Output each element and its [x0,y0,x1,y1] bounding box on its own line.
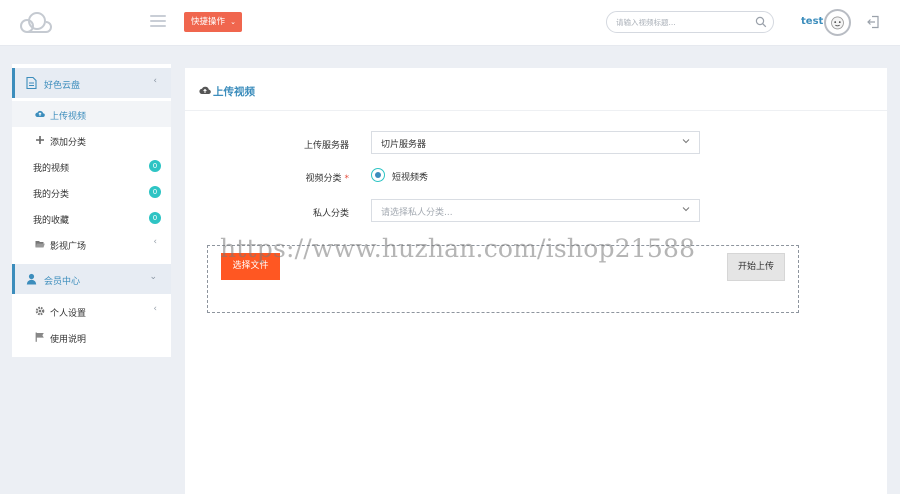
menu-toggle-icon[interactable] [150,15,166,29]
private-category-label: 私人分类 [189,206,349,219]
sidebar: 好色云盘 ‹ 上传视频 添加分类 我的视频 0 我的分类 0 我的收藏 0 影视… [12,64,171,357]
sidebar-group-member-label: 会员中心 [44,277,81,287]
logout-icon[interactable] [866,15,880,29]
chevron-down-icon [682,207,690,212]
page-title: 上传视频 [213,86,255,98]
sidebar-item-upload-video[interactable]: 上传视频 [12,101,171,127]
sidebar-group-cloud-label: 好色云盘 [44,81,81,91]
upload-panel: 上传视频 上传服务器 切片服务器 视频分类 * 短视频秀 私人分类 请选择私人分类… [185,68,887,494]
search-input[interactable] [616,15,751,29]
top-bar: 快捷操作 ⌄ test [0,0,900,46]
sidebar-item-my-favorites[interactable]: 我的收藏 0 [12,205,171,231]
file-icon [26,77,37,89]
plus-icon [36,136,44,144]
quick-action-label: 快捷操作 [191,17,226,27]
chevron-down-icon: ⌄ [230,18,236,26]
count-badge: 0 [149,186,161,198]
choose-file-button[interactable]: 选择文件 [221,253,280,280]
count-badge: 0 [149,160,161,172]
chevron-down-icon: ⌄ [149,272,157,282]
start-upload-button[interactable]: 开始上传 [727,253,785,281]
folder-open-icon [35,241,45,248]
avatar[interactable] [824,9,851,36]
category-radio-short-video[interactable] [371,168,385,182]
gear-icon [35,306,45,316]
flag-icon [35,332,44,342]
category-label: 视频分类 * [189,171,349,184]
sidebar-item-label: 我的视频 [33,164,70,174]
sidebar-group-member[interactable]: 会员中心 ⌄ [12,264,171,294]
sidebar-item-instructions[interactable]: 使用说明 [12,324,171,350]
private-category-placeholder: 请选择私人分类... [381,208,453,218]
sidebar-item-video-square[interactable]: 影视广场 ‹ [12,231,171,257]
sidebar-item-label: 我的分类 [33,190,70,200]
private-category-label-text: 私人分类 [312,209,349,219]
cloud-upload-icon [199,86,211,95]
cloud-upload-icon [35,110,45,118]
search-icon[interactable] [755,16,767,28]
sidebar-item-label: 个人设置 [50,309,87,319]
sidebar-item-label: 上传视频 [50,112,87,122]
sidebar-group-cloud[interactable]: 好色云盘 ‹ [12,68,171,98]
sidebar-item-label: 我的收藏 [33,216,70,226]
sidebar-item-my-videos[interactable]: 我的视频 0 [12,153,171,179]
user-icon [26,273,37,285]
server-select[interactable]: 切片服务器 [371,131,700,154]
search-box [606,11,774,33]
upload-drop-zone[interactable]: 选择文件 开始上传 [207,245,799,313]
sidebar-item-label: 影视广场 [50,242,87,252]
cloud-logo-icon[interactable] [18,11,52,35]
chevron-left-icon: ‹ [153,237,157,247]
category-label-text: 视频分类 [305,174,342,184]
chevron-left-icon: ‹ [153,304,157,314]
server-label-text: 上传服务器 [303,141,349,151]
sidebar-item-add-category[interactable]: 添加分类 [12,127,171,153]
private-category-select[interactable]: 请选择私人分类... [371,199,700,222]
quick-action-button[interactable]: 快捷操作 ⌄ [184,12,242,32]
required-marker: * [344,174,350,184]
sidebar-item-label: 使用说明 [50,335,87,345]
server-label: 上传服务器 [189,138,349,151]
panel-header: 上传视频 [185,68,887,111]
username[interactable]: test [801,16,823,27]
chevron-left-icon: ‹ [153,76,157,86]
chevron-down-icon [682,139,690,144]
sidebar-item-my-categories[interactable]: 我的分类 0 [12,179,171,205]
server-select-value: 切片服务器 [381,140,427,150]
sidebar-item-personal-settings[interactable]: 个人设置 ‹ [12,298,171,324]
sidebar-item-label: 添加分类 [50,138,87,148]
category-radio-label[interactable]: 短视频秀 [392,170,428,183]
count-badge: 0 [149,212,161,224]
